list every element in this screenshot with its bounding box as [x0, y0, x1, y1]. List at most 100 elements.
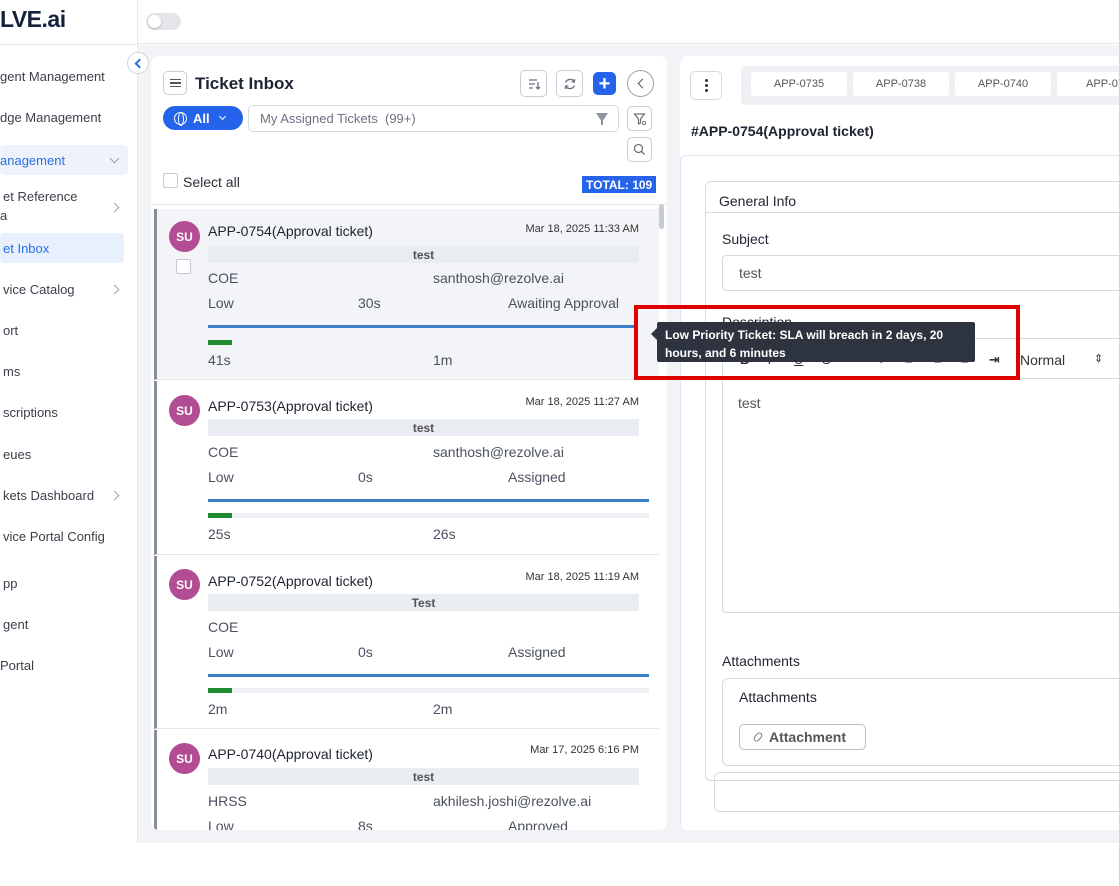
avatar: SU	[169, 569, 200, 600]
ticket-time-total: 2m	[433, 701, 453, 717]
sla-progress-bar[interactable]	[208, 499, 649, 502]
ticket-tag: Test	[208, 594, 639, 611]
ticket-card[interactable]: SU APP-0752(Approval ticket) Mar 18, 202…	[154, 556, 659, 729]
sidebar-item-label: vice Catalog	[3, 282, 75, 297]
ticket-status: Approved	[508, 818, 568, 830]
attachment-button-label: Attachment	[769, 729, 847, 745]
ticket-status: Awaiting Approval	[508, 295, 620, 311]
ticket-email: santhosh@rezolve.ai	[433, 270, 564, 286]
sidebar-item-agent-management[interactable]: gent Management	[0, 69, 128, 87]
sidebar-item-label: scriptions	[3, 405, 58, 420]
sidebar-item-report[interactable]: ort	[0, 323, 128, 341]
search-icon	[633, 143, 645, 155]
sidebar-item-subscriptions[interactable]: scriptions	[0, 405, 128, 423]
avatar: SU	[169, 743, 200, 774]
select-all-label: Select all	[183, 174, 240, 190]
sidebar-item-agent[interactable]: gent	[0, 617, 128, 635]
ticket-title: APP-0740(Approval ticket)	[208, 746, 373, 762]
scope-dropdown[interactable]: All	[163, 106, 243, 130]
filter-select[interactable]: My Assigned Tickets (99+)	[248, 105, 619, 132]
collapse-sidebar-button[interactable]	[127, 52, 149, 74]
chevron-down-icon	[109, 153, 120, 164]
sidebar-item-service-catalog[interactable]: vice Catalog	[0, 282, 128, 300]
chevron-down-icon	[218, 112, 226, 121]
sidebar-item-label: et Reference	[3, 189, 78, 204]
ticket-tab[interactable]: APP-0738	[853, 72, 949, 96]
refresh-button[interactable]	[556, 70, 583, 97]
sidebar-item-ticket-reference[interactable]: et Reference a	[0, 189, 128, 225]
ticket-heading: #APP-0754(Approval ticket)	[691, 123, 874, 139]
add-attachment-button[interactable]: Attachment	[739, 724, 866, 750]
sidebar-item-tickets-dashboard[interactable]: kets Dashboard	[0, 488, 128, 506]
sidebar-item-label: vice Portal Config	[3, 529, 105, 544]
divider	[151, 204, 667, 205]
chevron-right-icon	[109, 284, 120, 295]
ticket-card[interactable]: SU APP-0753(Approval ticket) Mar 18, 202…	[154, 381, 659, 555]
avatar: SU	[169, 221, 200, 252]
ticket-group: HRSS	[208, 793, 247, 809]
theme-toggle[interactable]	[146, 13, 181, 30]
page-title: Ticket Inbox	[195, 74, 294, 93]
ticket-tab[interactable]: APP-0735	[751, 72, 847, 96]
sort-icon	[528, 78, 540, 90]
ticket-status: Assigned	[508, 644, 566, 660]
ticket-priority: Low	[208, 469, 234, 485]
ticket-checkbox[interactable]	[176, 259, 191, 274]
add-ticket-button[interactable]: +	[593, 72, 616, 95]
ticket-date: Mar 17, 2025 6:16 PM	[530, 744, 639, 756]
avatar: SU	[169, 395, 200, 426]
format-select[interactable]: Normal	[1020, 352, 1065, 368]
scrollbar[interactable]	[659, 204, 664, 229]
subject-input[interactable]: test	[722, 255, 1119, 291]
select-all-checkbox[interactable]	[163, 173, 178, 188]
sidebar-item-portal[interactable]: Portal	[0, 658, 128, 676]
highlight-box	[634, 305, 1020, 380]
sidebar-item-label: a	[0, 208, 8, 223]
attachments-box-label: Attachments	[739, 689, 817, 705]
ticket-duration: 8s	[358, 818, 373, 830]
sidebar-item-ticket-management[interactable]: anagement	[0, 145, 128, 175]
sidebar-item-app[interactable]: pp	[0, 576, 128, 594]
ticket-date: Mar 18, 2025 11:19 AM	[525, 571, 639, 583]
sidebar-item-forms[interactable]: ms	[0, 364, 128, 382]
more-options-button[interactable]	[690, 71, 722, 100]
section-title: General Info	[719, 193, 797, 209]
scope-label: All	[193, 110, 210, 126]
total-badge: TOTAL: 109	[582, 176, 657, 193]
ticket-date: Mar 18, 2025 11:33 AM	[525, 223, 639, 235]
ticket-tab[interactable]: APP-07	[1057, 72, 1119, 96]
sidebar-item-label: kets Dashboard	[3, 488, 95, 503]
sidebar-item-label: dge Management	[0, 110, 102, 125]
sidebar-item-label: Portal	[0, 658, 34, 673]
sidebar-item-label: ms	[3, 364, 21, 379]
ticket-duration: 0s	[358, 644, 373, 660]
ticket-card[interactable]: SU APP-0754(Approval ticket) Mar 18, 202…	[154, 209, 659, 380]
sla-progress-bar[interactable]	[208, 674, 649, 677]
paperclip-icon	[752, 731, 764, 743]
sidebar-item-queues[interactable]: eues	[0, 447, 128, 465]
sidebar-item-knowledge-management[interactable]: dge Management	[0, 110, 128, 128]
sla-progress-bar[interactable]	[208, 325, 636, 328]
ticket-email: santhosh@rezolve.ai	[433, 444, 564, 460]
ticket-tab-strip: APP-0735 APP-0738 APP-0740 APP-07	[741, 66, 1119, 105]
ticket-group: COE	[208, 270, 239, 286]
advanced-filter-button[interactable]	[627, 106, 652, 131]
sidebar-item-service-portal-config[interactable]: vice Portal Config	[0, 529, 128, 547]
search-button[interactable]	[627, 137, 652, 162]
ticket-time-total: 1m	[433, 352, 453, 368]
ticket-email: akhilesh.joshi@rezolve.ai	[433, 793, 592, 809]
ticket-card[interactable]: SU APP-0740(Approval ticket) Mar 17, 202…	[154, 730, 659, 830]
list-icon	[163, 71, 187, 95]
ticket-tag: test	[208, 246, 639, 263]
ticket-tab[interactable]: APP-0740	[955, 72, 1051, 96]
sidebar-item-label: et Inbox	[3, 241, 50, 256]
collapse-panel-button[interactable]	[627, 70, 654, 97]
sidebar-item-ticket-inbox[interactable]: et Inbox	[0, 233, 124, 263]
ticket-group: COE	[208, 444, 239, 460]
divider	[705, 212, 1119, 213]
ticket-time-total: 26s	[433, 526, 456, 542]
sort-button[interactable]	[520, 70, 547, 97]
sidebar-item-label: anagement	[0, 153, 66, 168]
ticket-duration: 0s	[358, 469, 373, 485]
sidebar-item-label: gent Management	[0, 69, 105, 84]
